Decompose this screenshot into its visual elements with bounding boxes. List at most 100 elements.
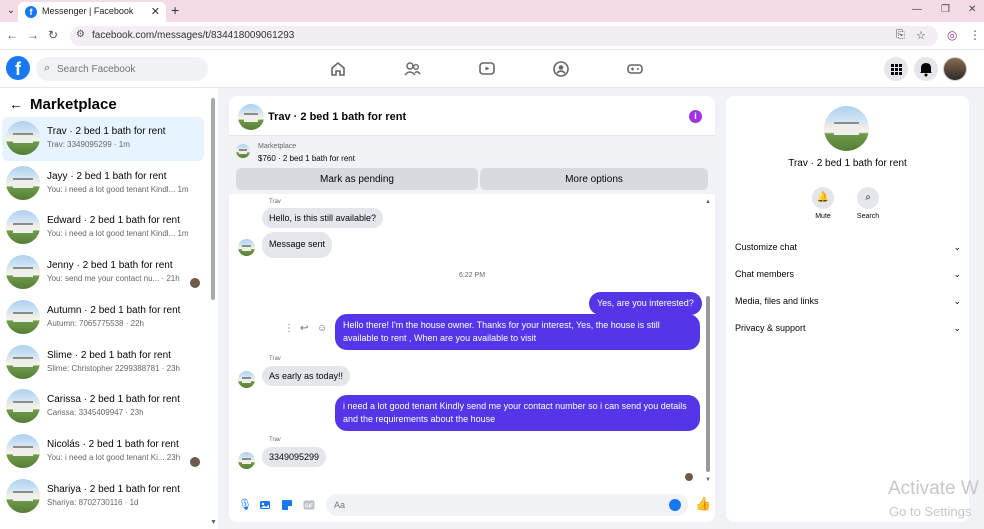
conversation-preview: Trav: 3349095299 · 1m [47, 140, 130, 149]
minimize-icon[interactable]: — [912, 4, 922, 15]
back-icon[interactable]: ← [6, 28, 18, 42]
chevron-down-icon: ⌄ [953, 323, 961, 333]
url-bar[interactable]: ⚙ facebook.com/messages/t/83441800906129… [70, 26, 938, 46]
conversation-name: Trav · 2 bed 1 bath for rent [47, 126, 166, 137]
mute-label: Mute [815, 213, 831, 220]
incoming-message[interactable]: Message sent [262, 232, 333, 258]
conversation-item[interactable]: Edward · 2 bed 1 bath for rent You: i nee… [2, 206, 204, 250]
conversation-item[interactable]: Jayy · 2 bed 1 bath for rent You: i need … [2, 162, 204, 206]
new-tab-icon[interactable]: + [171, 2, 179, 18]
message-input[interactable] [334, 494, 664, 516]
conversation-name: Jenny · 2 bed 1 bath for rent [47, 260, 173, 272]
chat-title[interactable]: Trav · 2 bed 1 bath for rent [268, 111, 406, 123]
listing-thumbnail[interactable] [236, 144, 250, 158]
details-avatar[interactable] [824, 106, 869, 151]
groups-icon[interactable] [552, 60, 570, 78]
conversation-item[interactable]: Slime · 2 bed 1 bath for rent Slime: Chri… [2, 341, 204, 385]
site-info-icon[interactable]: ⚙ [76, 29, 85, 40]
incoming-message[interactable]: 3349095299 [262, 447, 327, 467]
search-input[interactable] [57, 57, 205, 81]
message-composer: 🎙 GIF 👍 [229, 490, 715, 522]
facebook-logo-icon[interactable]: f [6, 56, 30, 80]
search-icon[interactable]: ⌕ [857, 187, 879, 209]
search-box[interactable]: ⌕ [36, 57, 208, 81]
friends-icon[interactable] [403, 60, 421, 78]
browser-tab[interactable]: f Messenger | Facebook ✕ [18, 2, 166, 22]
home-icon[interactable] [329, 60, 347, 78]
sidebar-scrollbar[interactable] [211, 98, 215, 300]
outgoing-message[interactable]: Hello there! I'm the house owner. Thanks… [335, 314, 700, 350]
info-icon[interactable]: i [689, 110, 702, 123]
media-files-links-section[interactable]: Media, files and links ⌄ [735, 296, 961, 314]
reload-icon[interactable]: ↻ [48, 28, 58, 42]
sender-name: Trav [269, 356, 281, 362]
conversation-avatar [6, 344, 40, 379]
mute-bell-icon[interactable]: 🔔 [812, 187, 834, 209]
conversation-item[interactable]: Shariya · 2 bed 1 bath for rent Shariya: … [2, 475, 204, 519]
outgoing-message[interactable]: Yes, are you interested? [589, 292, 702, 315]
listing-bar: Marketplace $760 · 2 bed 1 bath for rent… [229, 136, 715, 194]
like-icon[interactable]: 👍 [695, 496, 711, 512]
react-emoji-icon[interactable]: ☺ [317, 323, 327, 334]
close-window-icon[interactable]: ✕ [968, 4, 976, 15]
listing-price[interactable]: $760 · 2 bed 1 bath for rent [258, 154, 355, 163]
back-arrow-icon[interactable]: ← [9, 96, 23, 112]
reply-icon[interactable]: ↩ [300, 323, 308, 334]
sender-avatar[interactable] [238, 371, 255, 388]
listing-label: Marketplace [258, 143, 297, 150]
restore-icon[interactable]: ❐ [941, 4, 950, 15]
video-icon[interactable] [478, 60, 496, 78]
more-options-button[interactable]: More options [480, 168, 708, 190]
install-icon[interactable]: ⎘ [896, 29, 905, 42]
gif-icon[interactable]: GIF [303, 499, 315, 511]
chat-avatar[interactable] [238, 104, 264, 130]
chevron-down-icon: ⌄ [953, 269, 961, 279]
scroll-up-icon[interactable]: ▲ [705, 199, 711, 205]
message-input-box[interactable] [326, 494, 688, 516]
conversation-preview: You: i need a lot good tenant Ki... 23h [47, 452, 181, 462]
chat-scrollbar[interactable] [706, 296, 710, 472]
sender-avatar[interactable] [238, 239, 255, 256]
more-icon[interactable]: ⋮ [284, 323, 294, 334]
outgoing-message[interactable]: i need a lot good tenant Kindly send me … [335, 395, 700, 431]
notifications-bell-icon[interactable] [914, 57, 938, 81]
seen-avatar [190, 456, 200, 467]
bookmark-star-icon[interactable]: ☆ [916, 29, 926, 42]
address-bar: ← → ↻ ⚙ facebook.com/messages/t/83441800… [0, 22, 984, 50]
privacy-support-section[interactable]: Privacy & support ⌄ [735, 323, 961, 341]
mark-as-pending-button[interactable]: Mark as pending [236, 168, 478, 190]
search-label: Search [856, 213, 880, 220]
microphone-icon[interactable]: 🎙 [238, 498, 252, 511]
incoming-message[interactable]: As early as today!! [262, 366, 351, 386]
facebook-header: f ⌕ [0, 50, 984, 88]
conversation-item[interactable]: Autumn · 2 bed 1 bath for rent Autumn: 70… [2, 296, 204, 340]
account-avatar[interactable] [943, 57, 967, 81]
details-name: Trav · 2 bed 1 bath for rent [788, 158, 907, 169]
sticker-icon[interactable] [281, 499, 293, 511]
scroll-down-icon[interactable]: ▼ [705, 477, 711, 483]
section-label: Customize chat [735, 242, 798, 252]
tab-search-icon[interactable]: ⌄ [3, 3, 19, 19]
incoming-message[interactable]: Hello, is this still available? [262, 208, 384, 228]
forward-icon[interactable]: → [27, 28, 39, 42]
emoji-icon[interactable] [669, 499, 681, 511]
photo-icon[interactable] [259, 499, 271, 511]
chat-members-section[interactable]: Chat members ⌄ [735, 269, 961, 287]
conversation-item[interactable]: Carissa · 2 bed 1 bath for rent Carissa: … [2, 385, 204, 429]
conversation-avatar [6, 299, 40, 334]
gaming-icon[interactable] [626, 60, 644, 78]
conversation-item[interactable]: Jenny · 2 bed 1 bath for rent You: send m… [2, 251, 204, 295]
scroll-down-icon[interactable]: ▼ [210, 519, 217, 526]
marketplace-sidebar: ← Marketplace Trav · 2 bed 1 bath for re… [0, 88, 218, 529]
customize-chat-section[interactable]: Customize chat ⌄ [735, 242, 961, 260]
marketplace-title: Marketplace [30, 96, 117, 113]
profile-icon[interactable]: ◎ [947, 28, 957, 42]
browser-menu-icon[interactable]: ⋮ [969, 28, 981, 42]
menu-grid-icon[interactable] [884, 57, 908, 81]
chat-panel: Trav · 2 bed 1 bath for rent i Marketpla… [229, 96, 715, 522]
conversation-item[interactable]: Nicolás · 2 bed 1 bath for rent You: i ne… [2, 430, 204, 474]
sender-avatar[interactable] [238, 452, 255, 469]
conversation-item[interactable]: Trav · 2 bed 1 bath for rent Trav: 334909… [2, 117, 204, 161]
tab-close-icon[interactable]: ✕ [151, 5, 160, 18]
conversation-avatar [6, 389, 40, 424]
